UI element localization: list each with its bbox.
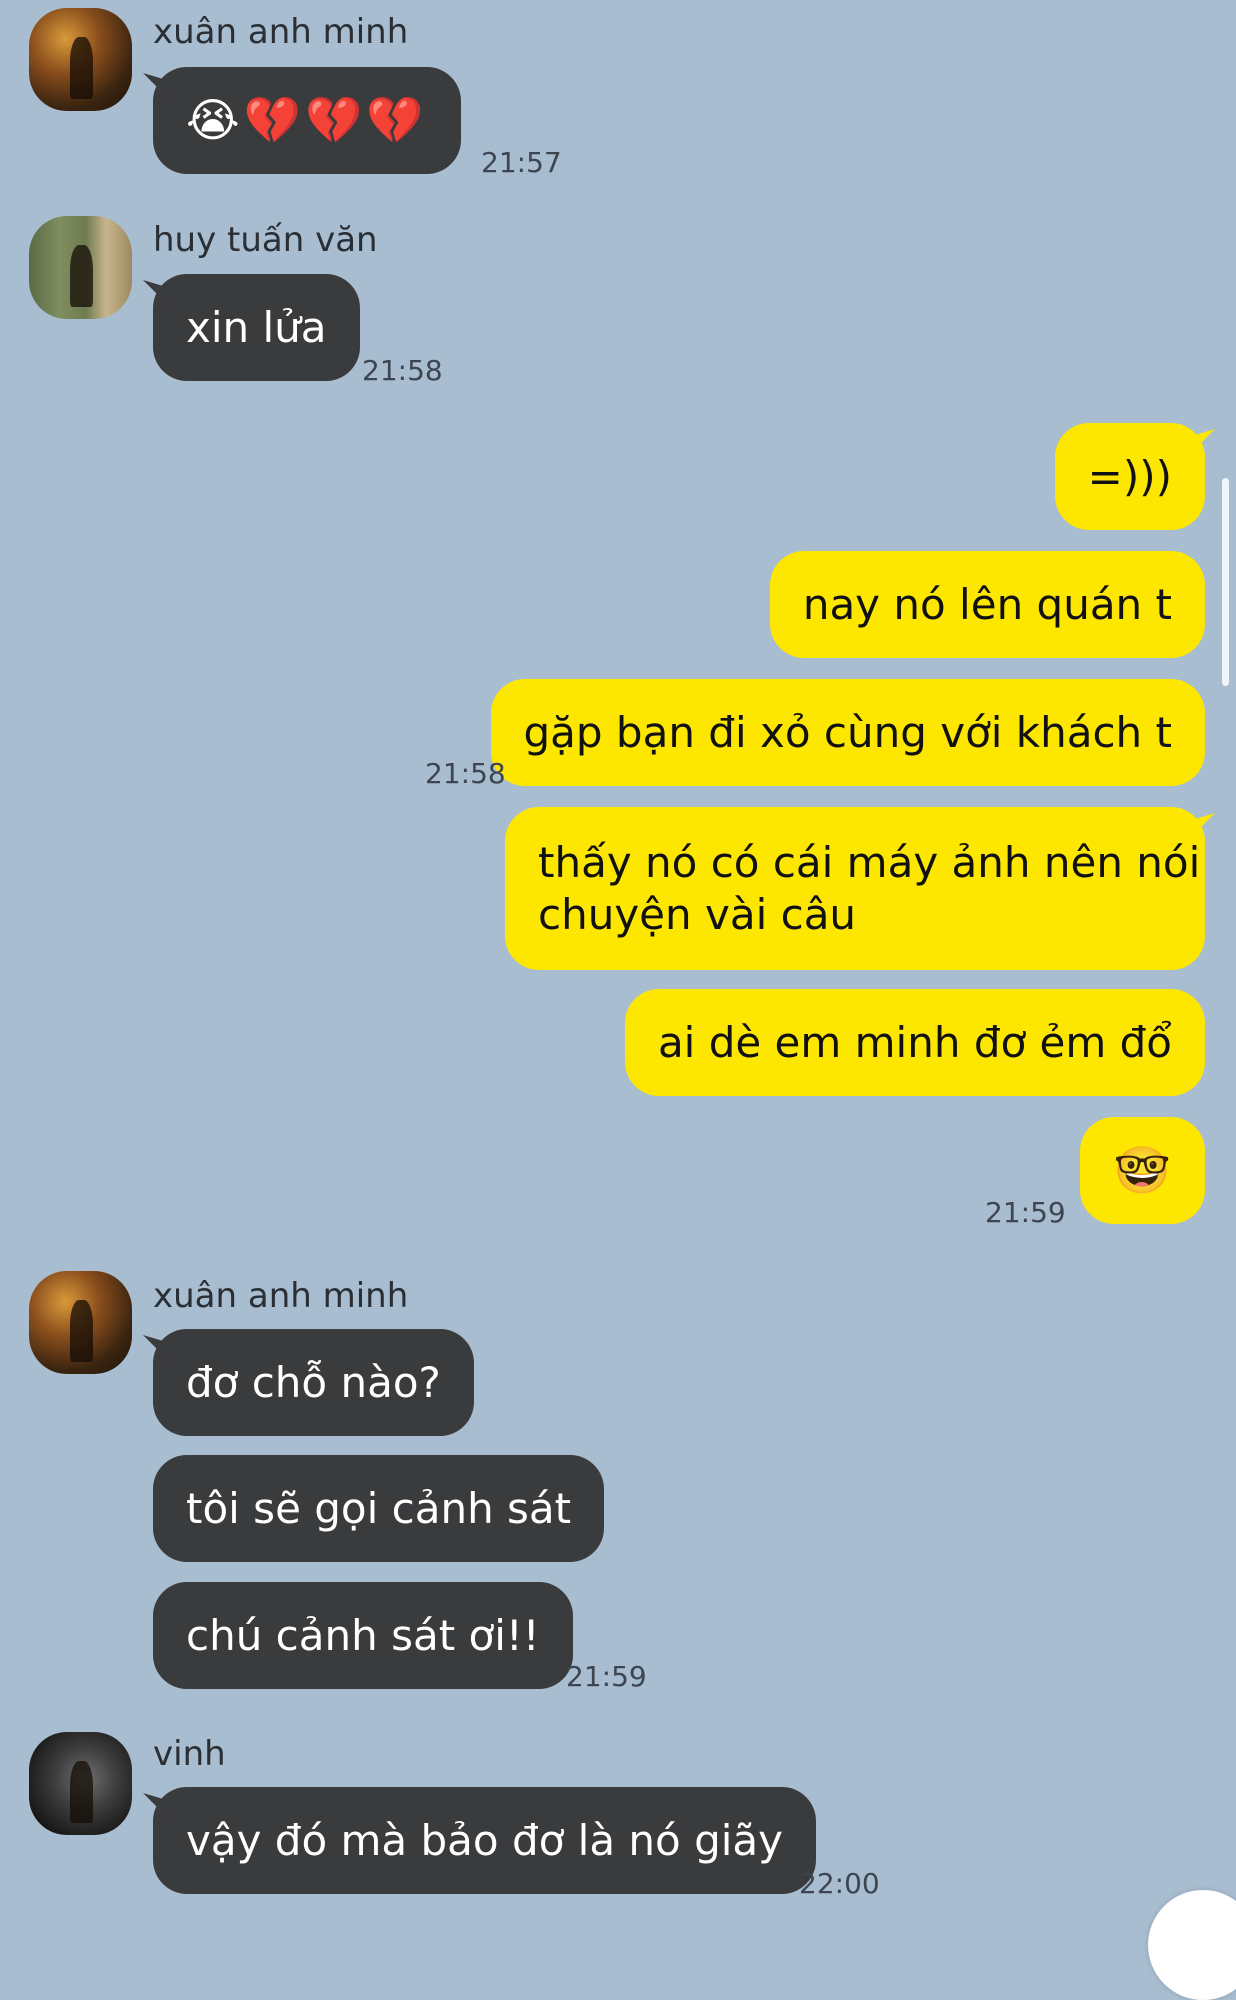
sender-name: xuân anh minh	[153, 1276, 409, 1316]
message-bubble[interactable]: gặp bạn đi xỏ cùng với khách t	[490, 679, 1205, 786]
message-time: 21:58	[425, 757, 506, 790]
message-bubble[interactable]: ai dè em minh đơ ẻm đổ	[624, 989, 1205, 1096]
message-line: chuyện vài câu	[538, 890, 857, 939]
message-bubble[interactable]: đơ chỗ nào?	[153, 1329, 474, 1436]
message-time: 21:59	[985, 1196, 1066, 1229]
scrollbar[interactable]	[1222, 478, 1229, 686]
sender-name: vinh	[153, 1734, 226, 1774]
message-time: 22:00	[799, 1867, 880, 1900]
message-bubble[interactable]: nay nó lên quán t	[769, 551, 1205, 658]
message-bubble[interactable]: thấy nó có cái máy ảnh nên nói chuyện và…	[505, 807, 1205, 970]
sender-name: huy tuấn văn	[153, 220, 378, 260]
sender-name: xuân anh minh	[153, 12, 409, 52]
message-bubble[interactable]: xin lửa	[153, 274, 360, 381]
message-line: thấy nó có cái máy ảnh nên nói	[538, 838, 1201, 887]
message-time: 21:58	[362, 354, 443, 387]
message-bubble[interactable]: 😭💔💔💔	[153, 67, 461, 174]
message-time: 21:57	[481, 146, 562, 179]
message-bubble[interactable]: vậy đó mà bảo đơ là nó giãy	[153, 1787, 817, 1894]
message-bubble[interactable]: 🤓	[1079, 1117, 1205, 1224]
avatar[interactable]	[29, 1271, 132, 1374]
avatar[interactable]	[29, 216, 132, 319]
message-bubble[interactable]: tôi sẽ gọi cảnh sát	[153, 1455, 605, 1562]
avatar[interactable]	[29, 1732, 132, 1835]
avatar[interactable]	[29, 8, 132, 111]
message-bubble[interactable]: =)))	[1054, 423, 1205, 530]
message-time: 21:59	[566, 1660, 647, 1693]
scroll-down-button[interactable]	[1148, 1890, 1236, 2000]
message-bubble[interactable]: chú cảnh sát ơi!!	[153, 1582, 573, 1689]
